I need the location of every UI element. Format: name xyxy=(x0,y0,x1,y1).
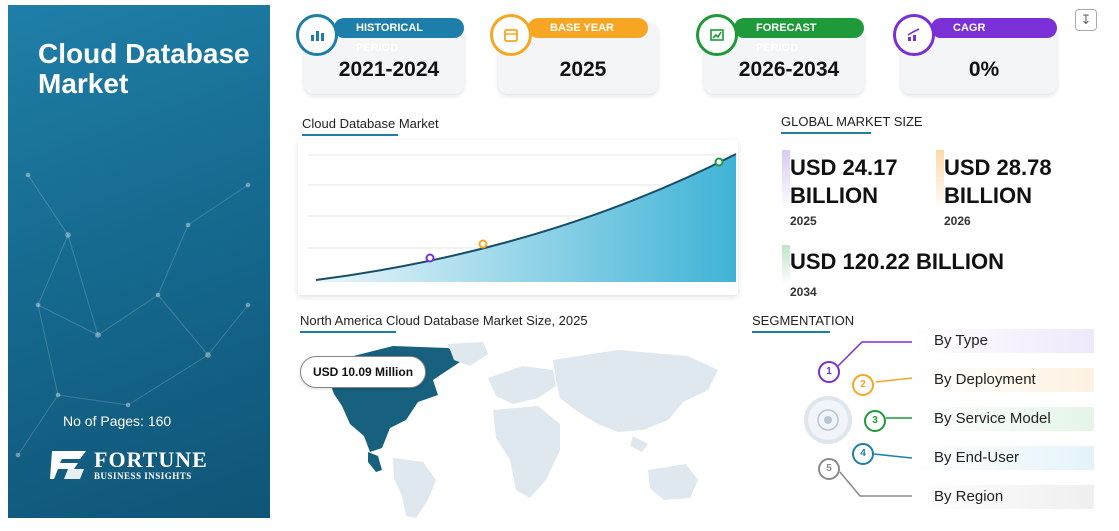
chart-title: Cloud Database Market xyxy=(302,116,439,131)
chart-point-purple xyxy=(425,253,435,263)
market-size-underline xyxy=(781,132,871,134)
pages-count: No of Pages: 160 xyxy=(63,413,172,429)
fortune-logo: FORTUNE BUSINESS INSIGHTS xyxy=(50,447,208,483)
segment-number-5: 5 xyxy=(818,458,840,480)
segment-by-region[interactable]: By Region xyxy=(912,485,1094,509)
forecast-period-card: FORECAST PERIOD 2026-2034 xyxy=(696,14,864,94)
cagr-card: CAGR 0% xyxy=(893,14,1057,94)
market-year-2025: 2025 xyxy=(790,214,817,228)
segmentation-heading: SEGMENTATION xyxy=(752,313,855,328)
market-size-accent-2026 xyxy=(936,150,944,210)
bar-chart-icon xyxy=(296,14,338,56)
segment-by-deployment[interactable]: By Deployment xyxy=(912,368,1094,392)
segment-number-3: 3 xyxy=(864,410,886,432)
segment-by-type[interactable]: By Type xyxy=(912,329,1094,353)
cagr-label: CAGR xyxy=(931,18,1057,38)
logo-mark-icon xyxy=(50,451,86,479)
market-size-2025: USD 24.17 BILLION xyxy=(790,155,898,208)
market-size-heading: GLOBAL MARKET SIZE xyxy=(781,114,923,129)
cagr-value: 0% xyxy=(968,58,1000,81)
page-title: Cloud Database Market xyxy=(38,38,250,99)
market-growth-curve xyxy=(308,153,737,282)
logo-sub-text: BUSINESS INSIGHTS xyxy=(94,471,192,481)
historical-period-label: HISTORICAL PERIOD xyxy=(334,18,464,54)
market-growth-chart xyxy=(298,140,738,295)
forecast-period-label: FORECAST PERIOD xyxy=(734,18,864,54)
market-year-2034: 2034 xyxy=(790,285,817,299)
growth-chart-icon xyxy=(893,14,935,56)
market-size-accent-2034 xyxy=(782,245,790,285)
forecast-period-value: 2026-2034 xyxy=(738,58,840,81)
segment-number-1: 1 xyxy=(818,361,840,383)
segment-number-4: 4 xyxy=(852,443,874,465)
market-size-2026: USD 28.78 BILLION xyxy=(944,155,1052,208)
chart-point-green xyxy=(714,157,724,167)
chart-point-orange xyxy=(478,239,488,249)
chart-title-underline xyxy=(302,134,398,136)
europe-region xyxy=(488,366,556,404)
asia-region xyxy=(553,350,718,432)
historical-period-value: 2021-2024 xyxy=(338,58,440,81)
base-year-label: BASE YEAR xyxy=(528,18,648,38)
historical-period-card: HISTORICAL PERIOD 2021-2024 xyxy=(296,14,464,94)
segment-number-2: 2 xyxy=(852,374,874,396)
segment-by-end-user[interactable]: By End-User xyxy=(912,446,1094,470)
map-title: North America Cloud Database Market Size… xyxy=(300,313,588,328)
africa-region xyxy=(493,406,560,498)
segment-by-service-model[interactable]: By Service Model xyxy=(912,407,1094,431)
market-size-2034: USD 120.22 BILLION xyxy=(790,249,1004,274)
base-year-card: BASE YEAR 2025 xyxy=(490,14,658,94)
calendar-icon xyxy=(490,14,532,56)
logo-main-text: FORTUNE xyxy=(94,447,208,472)
forecast-chart-icon xyxy=(696,14,738,56)
south-america-region xyxy=(393,458,436,518)
base-year-value: 2025 xyxy=(559,58,607,81)
north-america-value-badge: USD 10.09 Million xyxy=(300,356,427,388)
left-panel: Cloud Database Market No of Pages: 160 F… xyxy=(8,5,270,518)
map-title-underline xyxy=(300,331,396,333)
download-icon[interactable]: ↧ xyxy=(1075,9,1097,31)
market-size-accent-2025 xyxy=(782,150,790,210)
market-year-2026: 2026 xyxy=(944,214,971,228)
australia-region xyxy=(648,464,698,500)
